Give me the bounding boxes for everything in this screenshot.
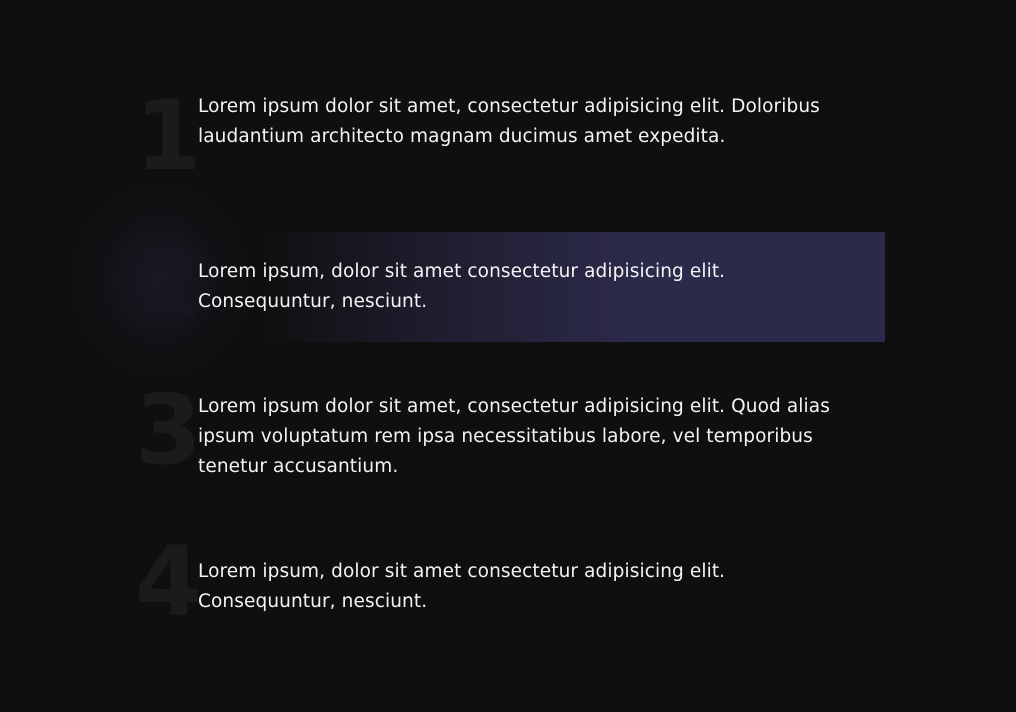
item-number: 1: [135, 80, 202, 192]
item-text: Lorem ipsum dolor sit amet, consectetur …: [198, 396, 830, 477]
list-item-2[interactable]: 2 Lorem ipsum, dolor sit amet consectetu…: [120, 232, 885, 342]
item-number: 4: [135, 526, 202, 638]
list-item-1[interactable]: 1 Lorem ipsum dolor sit amet, consectetu…: [120, 88, 885, 188]
item-number: 3: [135, 374, 202, 486]
list-item-3[interactable]: 3 Lorem ipsum dolor sit amet, consectetu…: [120, 382, 885, 488]
item-number: 2: [135, 229, 202, 341]
item-text: Lorem ipsum dolor sit amet, consectetur …: [198, 96, 820, 147]
item-text: Lorem ipsum, dolor sit amet consectetur …: [198, 261, 726, 312]
item-text: Lorem ipsum, dolor sit amet consectetur …: [198, 561, 726, 612]
numbered-list: 1 Lorem ipsum dolor sit amet, consectetu…: [0, 0, 1016, 712]
list-item-4[interactable]: 4 Lorem ipsum, dolor sit amet consectetu…: [120, 534, 885, 642]
